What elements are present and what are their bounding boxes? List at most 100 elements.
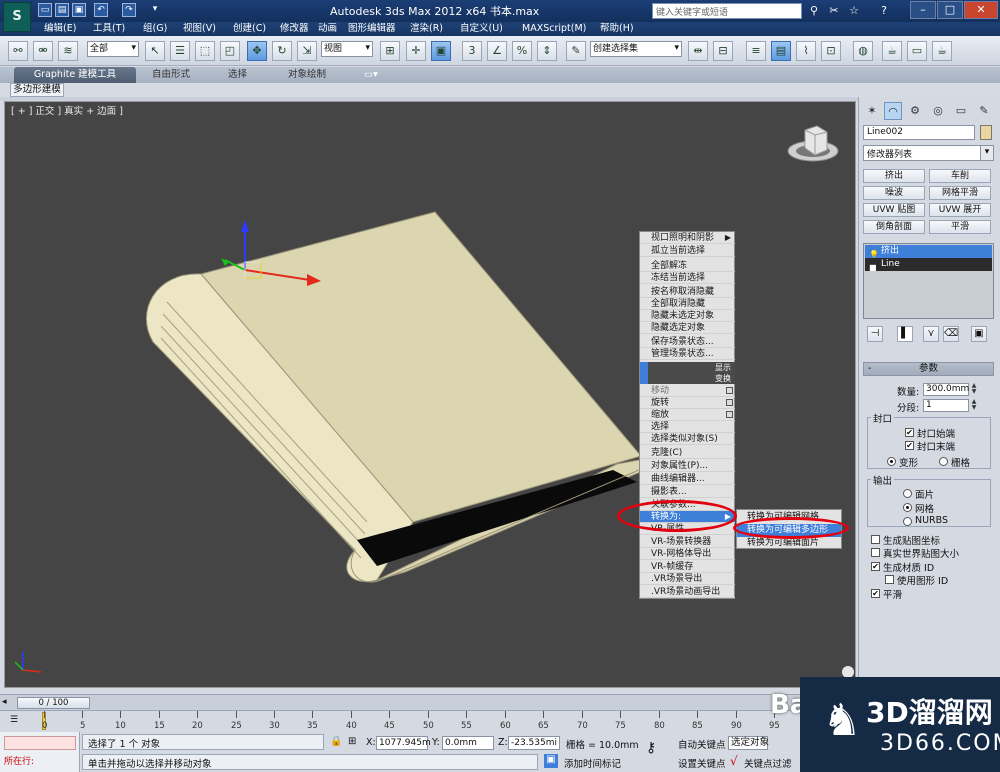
time-tag-icon[interactable]: ▣ [544,754,558,768]
snap-toggle-icon[interactable]: 3 [462,41,482,61]
save-icon[interactable]: ▣ [72,3,86,17]
tab-graphite[interactable]: Graphite 建模工具 [14,67,136,83]
add-time-tag[interactable]: 添加时间标记 [564,756,621,770]
menu-rendering[interactable]: 渲染(R) [410,22,443,36]
utilities-tab-icon[interactable]: ✎ [975,102,993,120]
qm-dope-sheet[interactable]: 摄影表... [640,486,735,499]
tab-polygon-modeling[interactable]: 多边形建模 [10,83,64,97]
edit-named-selection-icon[interactable]: ✎ [566,41,586,61]
qm-object-properties[interactable]: 对象属性(P)... [640,460,735,473]
maxscript-listener[interactable]: 所在行: [0,732,80,772]
expand-icon[interactable]: ■ [869,261,877,274]
qm-isolate[interactable]: 孤立当前选择 [640,245,735,258]
reference-coord-select[interactable]: 视图 [321,41,373,57]
qm-rotate[interactable]: 旋转 [640,397,735,410]
percent-snap-icon[interactable]: % [512,41,532,61]
new-icon[interactable]: ▭ [38,3,52,17]
chevron-down-icon[interactable]: ▾ [980,146,993,160]
menu-group[interactable]: 组(G) [143,22,167,36]
render-setup-icon[interactable]: ☕ [882,41,902,61]
close-button[interactable]: ✕ [964,1,998,19]
qm-vr-animation-export[interactable]: .VR场景动画导出 [640,586,735,599]
pin-stack-icon[interactable]: ⊣ [867,326,883,342]
ribbon-options-icon[interactable]: ▭▾ [364,67,378,83]
segments-input[interactable]: 1 [923,399,969,412]
qm-vr-mesh-export[interactable]: VR-网格体导出 [640,548,735,561]
qm-manage-scene-states[interactable]: 管理场景状态... [640,348,735,361]
search-input[interactable]: 键入关键字或短语 [652,3,802,19]
mod-meshsmooth-button[interactable]: 网格平滑 [929,186,991,200]
binoculars-icon[interactable]: ⚲ [806,3,822,19]
material-editor-icon[interactable]: ◍ [853,41,873,61]
undo-icon[interactable]: ↶ [94,3,108,17]
mod-smooth-button[interactable]: 平滑 [929,220,991,234]
output-nurbs-radio[interactable] [903,517,912,526]
named-selection-select[interactable]: 创建选择集 [590,41,682,57]
cap-end-checkbox[interactable]: ✔ [905,441,914,450]
gen-mat-ids-checkbox[interactable]: ✔ [871,562,880,571]
select-scale-icon[interactable]: ⇲ [297,41,317,61]
settings-box-icon[interactable] [726,387,733,394]
settings-box-icon[interactable] [726,399,733,406]
curve-editor-icon[interactable]: ⌇ [796,41,816,61]
show-end-result-icon[interactable]: ▌ [897,326,913,342]
output-patch-radio[interactable] [903,489,912,498]
real-world-checkbox[interactable] [871,548,880,557]
key-mode-select[interactable]: 选定对象 [728,736,769,750]
mod-lathe-button[interactable]: 车削 [929,169,991,183]
maximize-button[interactable]: □ [937,1,963,19]
prev-frame-icon[interactable]: ◂ [2,697,14,709]
lock-icon[interactable]: 🔒 [330,736,342,747]
keyboard-shortcut-icon[interactable]: ▣ [431,41,451,61]
graphite-toggle-icon[interactable]: ▤ [771,41,791,61]
redo-icon[interactable]: ↷ [122,3,136,17]
link-icon[interactable]: ⚯ [8,41,28,61]
mod-noise-button[interactable]: 噪波 [863,186,925,200]
align-icon[interactable]: ⊟ [713,41,733,61]
qm-select[interactable]: 选择 [640,421,735,434]
select-object-icon[interactable]: ↖ [145,41,165,61]
dropdown-icon[interactable]: ▾ [148,3,162,17]
segments-spinner[interactable]: ▲ ▼ [970,399,978,412]
qm-hide-selection[interactable]: 隐藏选定对象 [640,322,735,335]
set-key-button[interactable]: 设置关键点 [678,756,726,770]
tab-object-paint[interactable]: 对象绘制 [288,67,326,83]
mirror-icon[interactable]: ⇹ [688,41,708,61]
menu-create[interactable]: 创建(C) [233,22,266,36]
schematic-view-icon[interactable]: ⊡ [821,41,841,61]
display-tab-icon[interactable]: ▭ [952,102,970,120]
selection-filter-select[interactable]: 全部 [87,41,139,57]
mod-uvw-map-button[interactable]: UVW 贴图 [863,203,925,217]
qm-save-scene-state[interactable]: 保存场景状态... [640,336,735,349]
app-logo[interactable]: S [3,2,31,32]
qm-scale[interactable]: 缩放 [640,409,735,422]
track-bar-menu-icon[interactable]: ☰ [10,715,18,725]
qm-unfreeze-all[interactable]: 全部解冻 [640,260,735,273]
select-by-name-icon[interactable]: ☰ [170,41,190,61]
qm-unhide-all[interactable]: 全部取消隐藏 [640,298,735,311]
key-filter-icon[interactable]: √ [730,754,738,768]
menu-graph-editors[interactable]: 图形编辑器 [348,22,396,36]
menu-views[interactable]: 视图(V) [183,22,216,36]
qm-select-similar[interactable]: 选择类似对象(S) [640,433,735,446]
time-slider[interactable]: 0 / 100 [17,697,90,709]
y-coord-input[interactable]: 0.0mm [442,736,494,750]
star-icon[interactable]: ☆ [846,3,862,19]
tools-icon[interactable]: ✂ [826,3,842,19]
motion-tab-icon[interactable]: ◎ [929,102,947,120]
spinner-snap-icon[interactable]: ⇕ [537,41,557,61]
make-unique-icon[interactable]: ⋎ [923,326,939,342]
x-coord-input[interactable]: 1077.945m [376,736,431,750]
minimize-button[interactable]: – [910,1,936,19]
menu-maxscript[interactable]: MAXScript(M) [522,22,586,36]
stack-item-extrude[interactable]: 💡 挤出 [865,245,992,259]
qm-unhide-by-name[interactable]: 按名称取消隐藏 [640,286,735,299]
settings-box-icon[interactable] [726,411,733,418]
gen-map-coords-checkbox[interactable] [871,535,880,544]
select-rotate-icon[interactable]: ↻ [272,41,292,61]
menu-help[interactable]: 帮助(H) [600,22,634,36]
modifier-list-select[interactable]: 修改器列表 ▾ [863,145,994,161]
help-icon[interactable]: ? [876,3,892,19]
render-production-icon[interactable]: ☕ [932,41,952,61]
qm-curve-editor[interactable]: 曲线编辑器... [640,473,735,486]
